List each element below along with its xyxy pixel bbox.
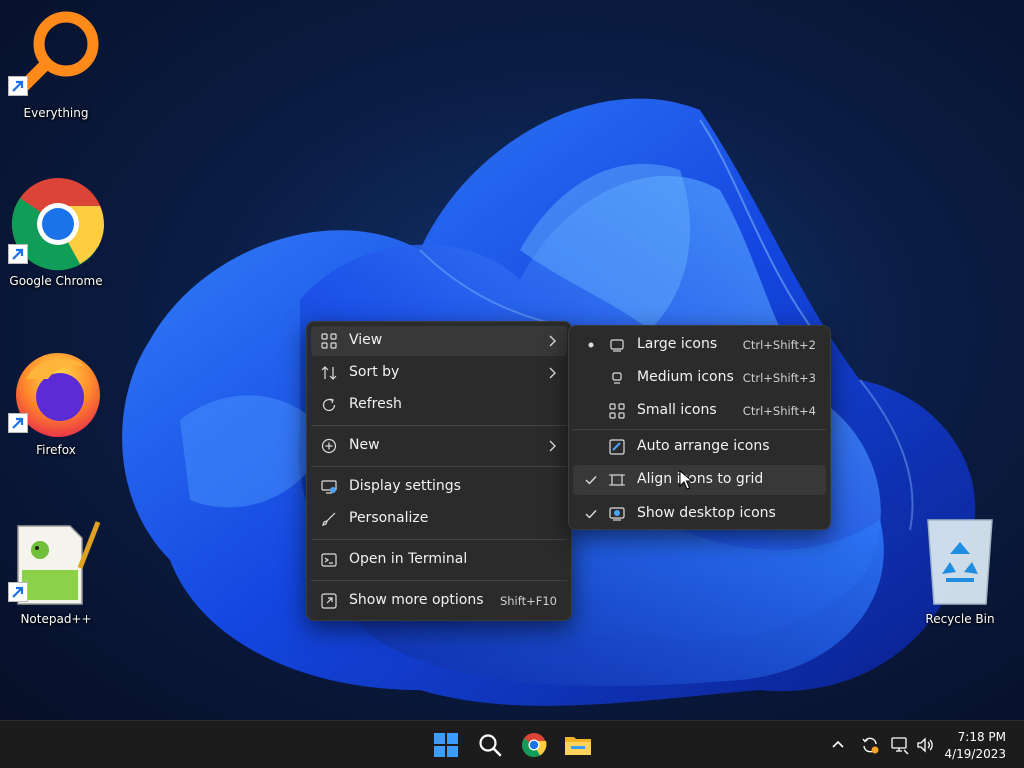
desktop-icon-label: Notepad++ bbox=[20, 612, 92, 626]
view-submenu: Large icons Ctrl+Shift+2 Medium icons Ct… bbox=[568, 325, 831, 530]
search-button[interactable] bbox=[474, 729, 506, 761]
menu-item-show-more-options[interactable]: Show more options Shift+F10 bbox=[311, 586, 567, 616]
submenu-item-auto-arrange[interactable]: Auto arrange icons bbox=[573, 432, 826, 462]
sync-icon bbox=[862, 737, 879, 754]
taskbar-clock[interactable]: 7:18 PM 4/19/2023 bbox=[944, 729, 1006, 763]
desktop-icon-recycle-bin[interactable]: Recycle Bin bbox=[910, 514, 1010, 627]
terminal-icon bbox=[321, 553, 337, 567]
shortcut-arrow-icon bbox=[8, 413, 28, 433]
mouse-cursor-icon bbox=[679, 470, 693, 490]
taskbar-chrome-button[interactable] bbox=[518, 729, 550, 761]
show-hidden-icons-button[interactable] bbox=[828, 735, 848, 755]
chrome-icon bbox=[522, 733, 547, 758]
chrome-icon bbox=[8, 176, 104, 272]
everything-icon bbox=[8, 8, 104, 104]
auto-arrange-icon bbox=[609, 439, 625, 455]
shortcut-label: Shift+F10 bbox=[499, 594, 557, 608]
checkmark-icon bbox=[585, 510, 597, 519]
submenu-item-align-to-grid[interactable]: Align icons to grid bbox=[573, 465, 826, 495]
chevron-right-icon bbox=[549, 367, 556, 379]
network-icon bbox=[891, 737, 909, 755]
start-button[interactable] bbox=[430, 729, 462, 761]
chevron-right-icon bbox=[549, 440, 556, 452]
sync-status-button[interactable] bbox=[860, 735, 880, 755]
menu-item-new[interactable]: New bbox=[311, 431, 567, 461]
shortcut-arrow-icon bbox=[8, 76, 28, 96]
align-grid-icon bbox=[609, 474, 625, 486]
taskbar: 7:18 PM 4/19/2023 bbox=[0, 720, 1024, 768]
network-status-button[interactable] bbox=[890, 735, 910, 755]
desktop-icon-label: Google Chrome bbox=[9, 274, 103, 288]
display-settings-icon bbox=[321, 480, 337, 494]
large-icons-icon bbox=[610, 339, 624, 352]
refresh-icon bbox=[322, 398, 336, 412]
shortcut-label: Ctrl+Shift+3 bbox=[742, 371, 816, 385]
menu-item-display-settings[interactable]: Display settings bbox=[311, 472, 567, 502]
medium-icons-icon bbox=[612, 372, 622, 384]
clock-date: 4/19/2023 bbox=[944, 747, 1006, 761]
menu-item-refresh[interactable]: Refresh bbox=[311, 390, 567, 420]
desktop-icon-label: Firefox bbox=[36, 443, 76, 457]
submenu-item-small-icons[interactable]: Small icons Ctrl+Shift+4 bbox=[573, 396, 826, 426]
submenu-item-large-icons[interactable]: Large icons Ctrl+Shift+2 bbox=[573, 330, 826, 360]
folder-icon bbox=[565, 737, 591, 755]
firefox-icon bbox=[8, 345, 104, 441]
small-icons-icon bbox=[609, 403, 625, 419]
chevron-up-icon bbox=[832, 740, 844, 748]
menu-separator bbox=[311, 425, 567, 426]
sort-icon bbox=[321, 366, 337, 380]
menu-separator bbox=[311, 539, 567, 540]
desktop-icon-label: Everything bbox=[23, 106, 89, 120]
clock-time: 7:18 PM bbox=[957, 730, 1006, 744]
menu-separator bbox=[311, 466, 567, 467]
menu-separator bbox=[573, 429, 826, 430]
search-icon bbox=[479, 734, 502, 757]
menu-item-personalize[interactable]: Personalize bbox=[311, 504, 567, 534]
submenu-item-show-desktop-icons[interactable]: Show desktop icons bbox=[573, 499, 826, 529]
checkmark-icon bbox=[585, 476, 597, 485]
desktop-icon-google-chrome[interactable]: Google Chrome bbox=[6, 176, 106, 289]
menu-item-sort-by[interactable]: Sort by bbox=[311, 358, 567, 388]
submenu-item-medium-icons[interactable]: Medium icons Ctrl+Shift+3 bbox=[573, 363, 826, 393]
menu-item-open-terminal[interactable]: Open in Terminal bbox=[311, 545, 567, 575]
shortcut-label: Ctrl+Shift+2 bbox=[742, 338, 816, 352]
brush-icon bbox=[322, 512, 336, 526]
chevron-right-icon bbox=[549, 335, 556, 347]
show-desktop-icon bbox=[609, 507, 625, 521]
desktop-icon-notepad-plus-plus[interactable]: Notepad++ bbox=[6, 514, 106, 627]
grid-icon bbox=[321, 333, 337, 349]
radio-dot-icon bbox=[588, 342, 594, 348]
recycle-bin-icon bbox=[912, 514, 1008, 610]
shortcut-arrow-icon bbox=[8, 244, 28, 264]
desktop-context-menu: View Sort by Refresh New Display setting… bbox=[306, 321, 572, 621]
menu-separator bbox=[311, 580, 567, 581]
notepad-plus-plus-icon bbox=[8, 514, 104, 610]
expand-icon bbox=[321, 593, 337, 609]
menu-item-view[interactable]: View bbox=[311, 326, 567, 356]
shortcut-label: Ctrl+Shift+4 bbox=[742, 404, 816, 418]
windows-logo-icon bbox=[434, 733, 458, 757]
volume-button[interactable] bbox=[916, 735, 936, 755]
taskbar-file-explorer-button[interactable] bbox=[562, 729, 594, 761]
desktop-icon-firefox[interactable]: Firefox bbox=[6, 345, 106, 458]
speaker-icon bbox=[917, 737, 933, 753]
add-circle-icon bbox=[321, 438, 337, 454]
desktop-icon-label: Recycle Bin bbox=[925, 612, 995, 626]
shortcut-arrow-icon bbox=[8, 582, 28, 602]
desktop-icon-everything[interactable]: Everything bbox=[6, 8, 106, 121]
